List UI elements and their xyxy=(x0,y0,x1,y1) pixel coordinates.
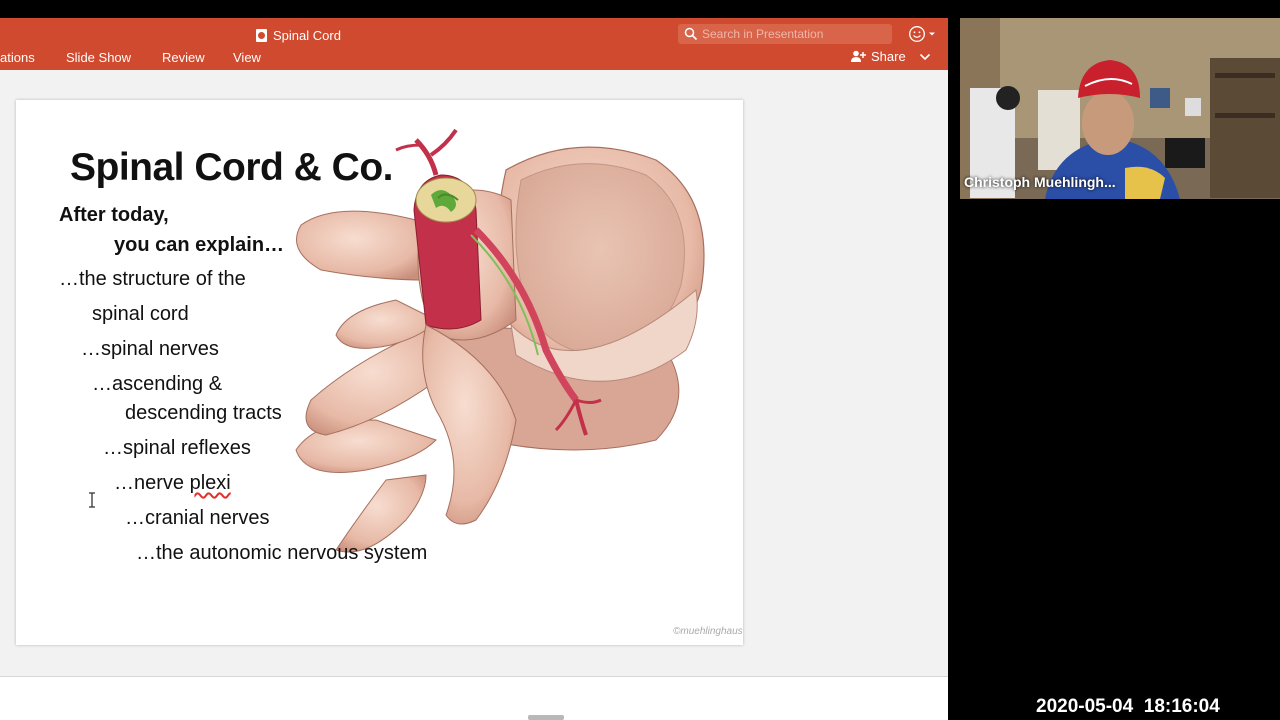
objective-line: …cranial nerves xyxy=(125,507,270,529)
document-title: Spinal Cord xyxy=(256,26,341,44)
tab-animations[interactable]: ations xyxy=(0,50,35,65)
search-box[interactable] xyxy=(678,24,892,44)
objective-line: …ascending & xyxy=(92,373,223,395)
participant-name: Christoph Muehlingh... xyxy=(964,174,1116,190)
add-person-icon xyxy=(851,50,866,62)
objective-line: …spinal reflexes xyxy=(103,437,251,459)
search-input[interactable] xyxy=(702,27,882,41)
recording-timestamp: 2020-05-04 18:16:04 xyxy=(1036,696,1220,717)
text-cursor-icon xyxy=(89,492,95,508)
objective-line: …nerve plexi xyxy=(114,472,231,495)
tab-view[interactable]: View xyxy=(233,50,261,65)
slide-canvas[interactable]: Spinal Cord & Co. After today, you can e… xyxy=(16,100,743,645)
presentation-file-icon xyxy=(256,28,267,42)
copyright-watermark: ©muehlinghaus xyxy=(673,626,743,637)
tab-review[interactable]: Review xyxy=(162,50,205,65)
share-label: Share xyxy=(871,49,906,64)
tab-slide-show[interactable]: Slide Show xyxy=(66,50,131,65)
share-button[interactable]: Share xyxy=(850,49,931,64)
notes-pane[interactable] xyxy=(0,676,948,720)
webcam-feed xyxy=(960,18,1280,199)
misspelled-word: plexi xyxy=(189,472,231,494)
chevron-down-icon xyxy=(929,32,935,36)
feedback-button[interactable] xyxy=(908,24,938,44)
intro-line-1: After today, xyxy=(59,204,169,226)
slide-title: Spinal Cord & Co. xyxy=(70,146,394,189)
objective-line: …the structure of the xyxy=(59,268,246,290)
scrollbar-thumb[interactable] xyxy=(528,715,564,720)
search-icon xyxy=(684,27,698,41)
objective-line: spinal cord xyxy=(92,303,189,325)
objective-line: descending tracts xyxy=(125,402,282,424)
ribbon: Spinal Cord ations Slide Show Review Vie… xyxy=(0,18,948,70)
objective-text: …nerve xyxy=(114,472,190,494)
powerpoint-window: Spinal Cord ations Slide Show Review Vie… xyxy=(0,18,948,720)
smiley-icon xyxy=(909,26,925,42)
objective-line: …spinal nerves xyxy=(81,338,219,360)
intro-line-2: you can explain… xyxy=(114,234,285,256)
chevron-down-icon xyxy=(919,53,930,60)
document-title-text: Spinal Cord xyxy=(273,27,341,43)
objective-line: …the autonomic nervous system xyxy=(136,542,428,564)
participant-video[interactable]: Christoph Muehlingh... xyxy=(960,18,1280,199)
